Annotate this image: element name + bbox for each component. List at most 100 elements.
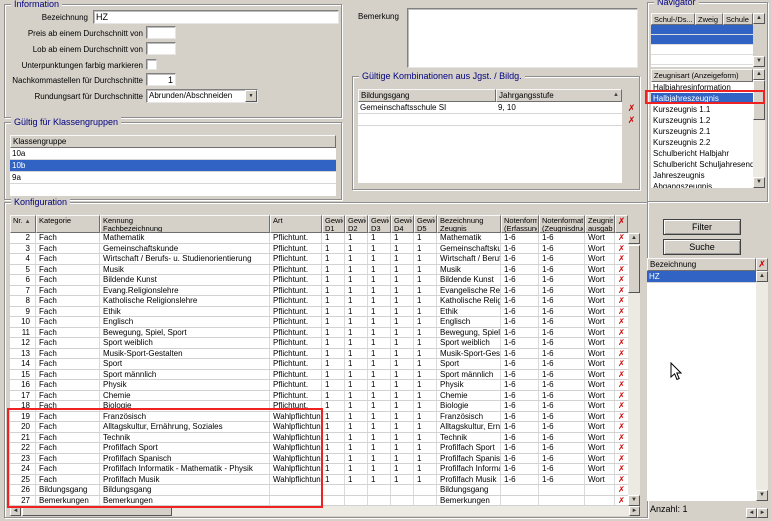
delete-row-icon[interactable]: ✗	[615, 443, 628, 453]
konfiguration-column-header[interactable]: BezeichnungZeugnis	[437, 215, 501, 233]
konfiguration-row[interactable]: 17FachChemiePflichtunt.11111Chemie1-61-6…	[10, 391, 628, 402]
delete-row-icon[interactable]: ✗	[615, 454, 628, 464]
scroll-left-icon[interactable]: ◄	[10, 506, 21, 516]
zeugnisart-scrollbar[interactable]	[753, 80, 765, 177]
konfiguration-row[interactable]: 15FachSport männlichPflichtunt.11111Spor…	[10, 370, 628, 381]
chevron-down-icon[interactable]: ▼	[245, 90, 257, 102]
delete-row-icon[interactable]: ✗	[615, 422, 628, 432]
scroll-thumb[interactable]	[22, 506, 172, 516]
scroll-thumb[interactable]	[628, 245, 640, 293]
konfiguration-row[interactable]: 22FachProfilfach SportWahlpflichtunt1111…	[10, 443, 628, 454]
konfiguration-row[interactable]: 2FachMathematikPflichtunt.11111Mathemati…	[10, 233, 628, 244]
delete-all-icon[interactable]: ✗	[615, 215, 628, 233]
scroll-up-icon[interactable]: ▲	[753, 13, 765, 24]
delete-row-icon[interactable]: ✗	[615, 349, 628, 359]
konfiguration-column-header[interactable]: Notenformat(Erfassung)	[501, 215, 539, 233]
konfiguration-row[interactable]: 25FachProfilfach MusikWahlpflichtunt1111…	[10, 475, 628, 486]
delete-row-icon[interactable]: ✗	[615, 338, 628, 348]
bezeichnung-row[interactable]: HZ	[647, 271, 756, 283]
delete-row-icon[interactable]: ✗	[615, 317, 628, 327]
klassengruppe-row[interactable]: 10b	[10, 160, 336, 172]
zeugnisart-item[interactable]: Schulbericht Schuljahresende	[651, 159, 753, 170]
konfiguration-column-header[interactable]: Art	[270, 215, 322, 233]
delete-row-icon[interactable]: ✗	[615, 359, 628, 369]
zeugnisart-item[interactable]: Schulbericht Halbjahr	[651, 148, 753, 159]
navigator-grid-row[interactable]	[651, 45, 753, 55]
zeugnisart-item[interactable]: Abgangszeugnis	[651, 181, 753, 188]
konfiguration-row[interactable]: 26BildungsgangBildungsgangBildungsgang✗	[10, 485, 628, 496]
konfiguration-row[interactable]: 13FachMusik-Sport-GestaltenPflichtunt.11…	[10, 349, 628, 360]
scroll-right-icon[interactable]: ►	[757, 508, 768, 518]
preis-input[interactable]	[146, 26, 176, 39]
zeugnisart-item[interactable]: Kurszeugnis 2.1	[651, 126, 753, 137]
delete-row-icon[interactable]: ✗	[626, 115, 637, 125]
delete-row-icon[interactable]: ✗	[615, 475, 628, 485]
scroll-thumb[interactable]	[753, 80, 765, 120]
delete-row-icon[interactable]: ✗	[615, 370, 628, 380]
column-header-schule[interactable]: Schule	[723, 13, 753, 25]
konfiguration-row[interactable]: 18FachBiologiePflichtunt.11111Biologie1-…	[10, 401, 628, 412]
konfiguration-row[interactable]: 20FachAlltagskultur, Ernährung, Soziales…	[10, 422, 628, 433]
bemerkung-textarea[interactable]	[407, 8, 638, 68]
konfiguration-row[interactable]: 24FachProfilfach Informatik - Mathematik…	[10, 464, 628, 475]
kombinationen-row[interactable]	[358, 114, 622, 126]
konfiguration-row[interactable]: 27BemerkungenBemerkungenBemerkungen✗	[10, 496, 628, 507]
konfiguration-column-header[interactable]: KennungFachbezeichnung	[100, 215, 270, 233]
zeugnisart-header[interactable]: Zeugnisart (Anzeigeform)	[651, 69, 753, 82]
delete-row-icon[interactable]: ✗	[615, 275, 628, 285]
konfiguration-row[interactable]: 19FachFranzösischWahlpflichtunt11111Fran…	[10, 412, 628, 423]
column-header-bezeichnung[interactable]: Bezeichnung	[647, 258, 756, 271]
delete-row-icon[interactable]: ✗	[615, 265, 628, 275]
delete-row-icon[interactable]: ✗	[615, 296, 628, 306]
scroll-left-icon[interactable]: ◄	[746, 508, 757, 518]
zeugnisart-item[interactable]: Jahreszeugnis	[651, 170, 753, 181]
delete-row-icon[interactable]: ✗	[615, 328, 628, 338]
delete-row-icon[interactable]: ✗	[615, 307, 628, 317]
scroll-down-icon[interactable]: ▼	[753, 177, 765, 188]
konfiguration-column-header[interactable]: Notenformat(Zeugnisdruck)	[539, 215, 585, 233]
zeugnisart-item[interactable]: Kurszeugnis 1.1	[651, 104, 753, 115]
konfiguration-hscrollbar[interactable]: ◄ ►	[10, 506, 640, 516]
unterpunktungen-checkbox[interactable]	[146, 59, 157, 70]
konfiguration-row[interactable]: 6FachBildende KunstPflichtunt.11111Bilde…	[10, 275, 628, 286]
zeugnisart-item[interactable]: Kurszeugnis 1.2	[651, 115, 753, 126]
column-header-klassengruppe[interactable]: Klassengruppe	[10, 135, 336, 148]
kombinationen-row[interactable]: Gemeinschaftsschule SI9, 10	[358, 102, 622, 114]
konfiguration-row[interactable]: 3FachGemeinschaftskundePflichtunt.11111G…	[10, 244, 628, 255]
scroll-down-icon[interactable]: ▼	[753, 56, 765, 67]
konfiguration-column-header[interactable]: GewichtD2	[345, 215, 368, 233]
nachkommastellen-input[interactable]	[146, 73, 176, 86]
konfiguration-column-header[interactable]: GewichtD1	[322, 215, 345, 233]
delete-row-icon[interactable]: ✗	[615, 233, 628, 243]
konfiguration-row[interactable]: 12FachSport weiblichPflichtunt.11111Spor…	[10, 338, 628, 349]
navigator-grid-row[interactable]	[651, 55, 753, 65]
column-header-zweig[interactable]: Zweig	[695, 13, 723, 25]
konfiguration-row[interactable]: 7FachEvang.ReligionslehrePflichtunt.1111…	[10, 286, 628, 297]
delete-row-icon[interactable]: ✗	[615, 286, 628, 296]
klassengruppe-row[interactable]: 10a	[10, 148, 336, 160]
rundungsart-select[interactable]: Abrunden/Abschneiden ▼	[146, 89, 258, 103]
konfiguration-column-header[interactable]: GewichtD5	[414, 215, 437, 233]
konfiguration-column-header[interactable]: Kategorie	[36, 215, 100, 233]
delete-row-icon[interactable]: ✗	[615, 485, 628, 495]
konfiguration-row[interactable]: 16FachPhysikPflichtunt.11111Physik1-61-6…	[10, 380, 628, 391]
suche-button[interactable]: Suche	[663, 239, 741, 255]
bezeichnung-input[interactable]	[93, 10, 339, 24]
zeugnisart-item[interactable]: Kurszeugnis 2.2	[651, 137, 753, 148]
filter-button[interactable]: Filter	[663, 219, 741, 235]
klassengruppe-row[interactable]: 9a	[10, 172, 336, 184]
delete-row-icon[interactable]: ✗	[615, 391, 628, 401]
navigator-grid-row[interactable]	[651, 35, 753, 45]
konfiguration-row[interactable]: 5FachMusikPflichtunt.11111Musik1-61-6Wor…	[10, 265, 628, 276]
delete-row-icon[interactable]: ✗	[615, 254, 628, 264]
column-header-schul-ds[interactable]: Schul-/Ds...	[651, 13, 695, 25]
delete-row-icon[interactable]: ✗	[615, 433, 628, 443]
konfiguration-row[interactable]: 10FachEnglischPflichtunt.11111Englisch1-…	[10, 317, 628, 328]
konfiguration-column-header[interactable]: GewichtD4	[391, 215, 414, 233]
konfiguration-row[interactable]: 23FachProfilfach SpanischWahlpflichtunt1…	[10, 454, 628, 465]
scroll-right-icon[interactable]: ►	[629, 506, 640, 516]
delete-row-icon[interactable]: ✗	[615, 496, 628, 506]
scroll-down-icon[interactable]: ▼	[628, 495, 640, 506]
scroll-up-icon[interactable]: ▲	[753, 69, 765, 80]
delete-row-icon[interactable]: ✗	[615, 380, 628, 390]
